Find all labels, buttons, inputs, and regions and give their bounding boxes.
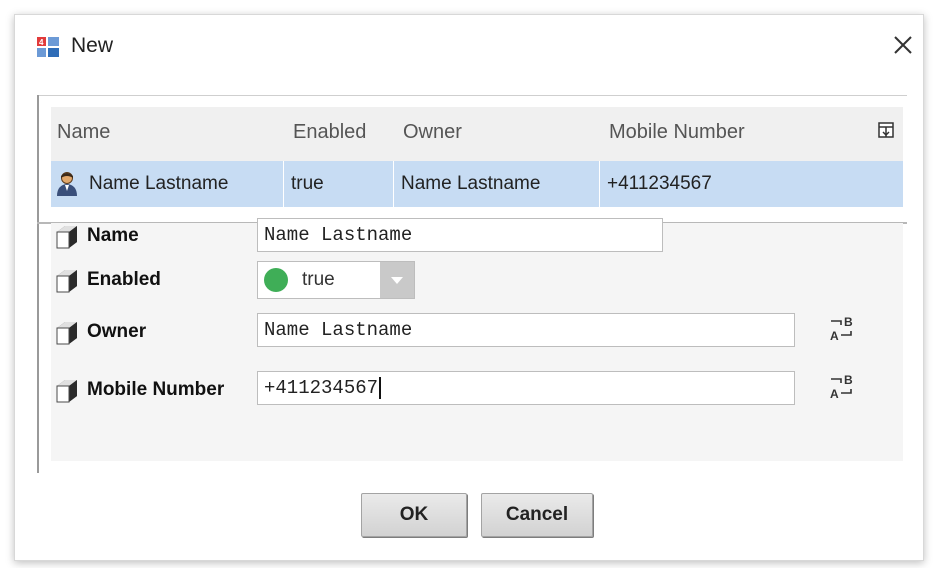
svg-text:4: 4 [39, 38, 44, 47]
property-row-owner: Owner Name Lastname B A [51, 313, 903, 359]
svg-text:B: B [844, 315, 853, 329]
window-title: New [71, 34, 114, 57]
text-caret [379, 377, 382, 399]
cancel-button[interactable]: Cancel [481, 493, 593, 537]
app-icon: 4 [37, 37, 59, 57]
divider [393, 161, 394, 207]
property-label-owner: Owner [87, 321, 147, 342]
dialog-content: Name Enabled Owner Mobile Number Name La… [37, 95, 907, 485]
text-format-icon[interactable]: B A [827, 313, 857, 343]
enabled-select[interactable]: true [257, 261, 415, 299]
enabled-select-value: true [302, 269, 335, 290]
divider [599, 161, 600, 207]
svg-text:A: A [830, 387, 839, 401]
slot-cube-icon [56, 226, 77, 249]
mobile-number-field[interactable]: +411234567 [257, 371, 795, 405]
mobile-number-value: +411234567 [264, 377, 379, 400]
divider [37, 95, 39, 473]
table-header: Name Enabled Owner Mobile Number [51, 107, 903, 159]
slot-cube-icon [56, 322, 77, 345]
property-row-enabled: Enabled true [51, 261, 903, 307]
cell-enabled: true [291, 173, 324, 194]
property-label-enabled: Enabled [87, 269, 161, 290]
svg-text:A: A [830, 329, 839, 343]
cell-owner: Name Lastname [401, 173, 541, 194]
divider [37, 95, 907, 96]
records-table: Name Enabled Owner Mobile Number Name La… [51, 107, 903, 207]
property-row-name: Name Name Lastname [51, 218, 903, 263]
column-header-name[interactable]: Name [57, 121, 110, 144]
status-dot [264, 268, 288, 292]
property-label-mobile-number: Mobile Number [87, 379, 225, 400]
owner-field[interactable]: Name Lastname [257, 313, 795, 347]
chevron-down-icon [391, 277, 403, 284]
button-bar: OK Cancel [15, 493, 923, 541]
user-icon [57, 172, 77, 196]
column-chooser-icon[interactable] [877, 121, 895, 139]
property-sheet: Name Name Lastname Enabled true Owner Na… [51, 218, 903, 461]
column-header-mobile-number[interactable]: Mobile Number [609, 121, 745, 144]
cell-mobile-number: +411234567 [607, 173, 712, 194]
name-field[interactable]: Name Lastname [257, 218, 663, 252]
divider [283, 161, 284, 207]
slot-cube-icon [56, 270, 77, 293]
close-icon[interactable] [889, 31, 917, 59]
ok-button[interactable]: OK [361, 493, 467, 537]
property-row-mobile-number: Mobile Number +411234567 B A [51, 371, 903, 417]
new-dialog: 4 New Name Enabled Owner Mobile Number N… [14, 14, 924, 561]
cell-name: Name Lastname [89, 173, 229, 194]
text-format-icon[interactable]: B A [827, 371, 857, 401]
title-bar: 4 New [15, 15, 923, 77]
table-row[interactable]: Name Lastname true Name Lastname +411234… [51, 161, 903, 207]
column-header-enabled[interactable]: Enabled [293, 121, 366, 144]
svg-text:B: B [844, 373, 853, 387]
property-label-name: Name [87, 225, 139, 246]
slot-cube-icon [56, 380, 77, 403]
column-header-owner[interactable]: Owner [403, 121, 462, 144]
dropdown-button[interactable] [380, 262, 414, 298]
